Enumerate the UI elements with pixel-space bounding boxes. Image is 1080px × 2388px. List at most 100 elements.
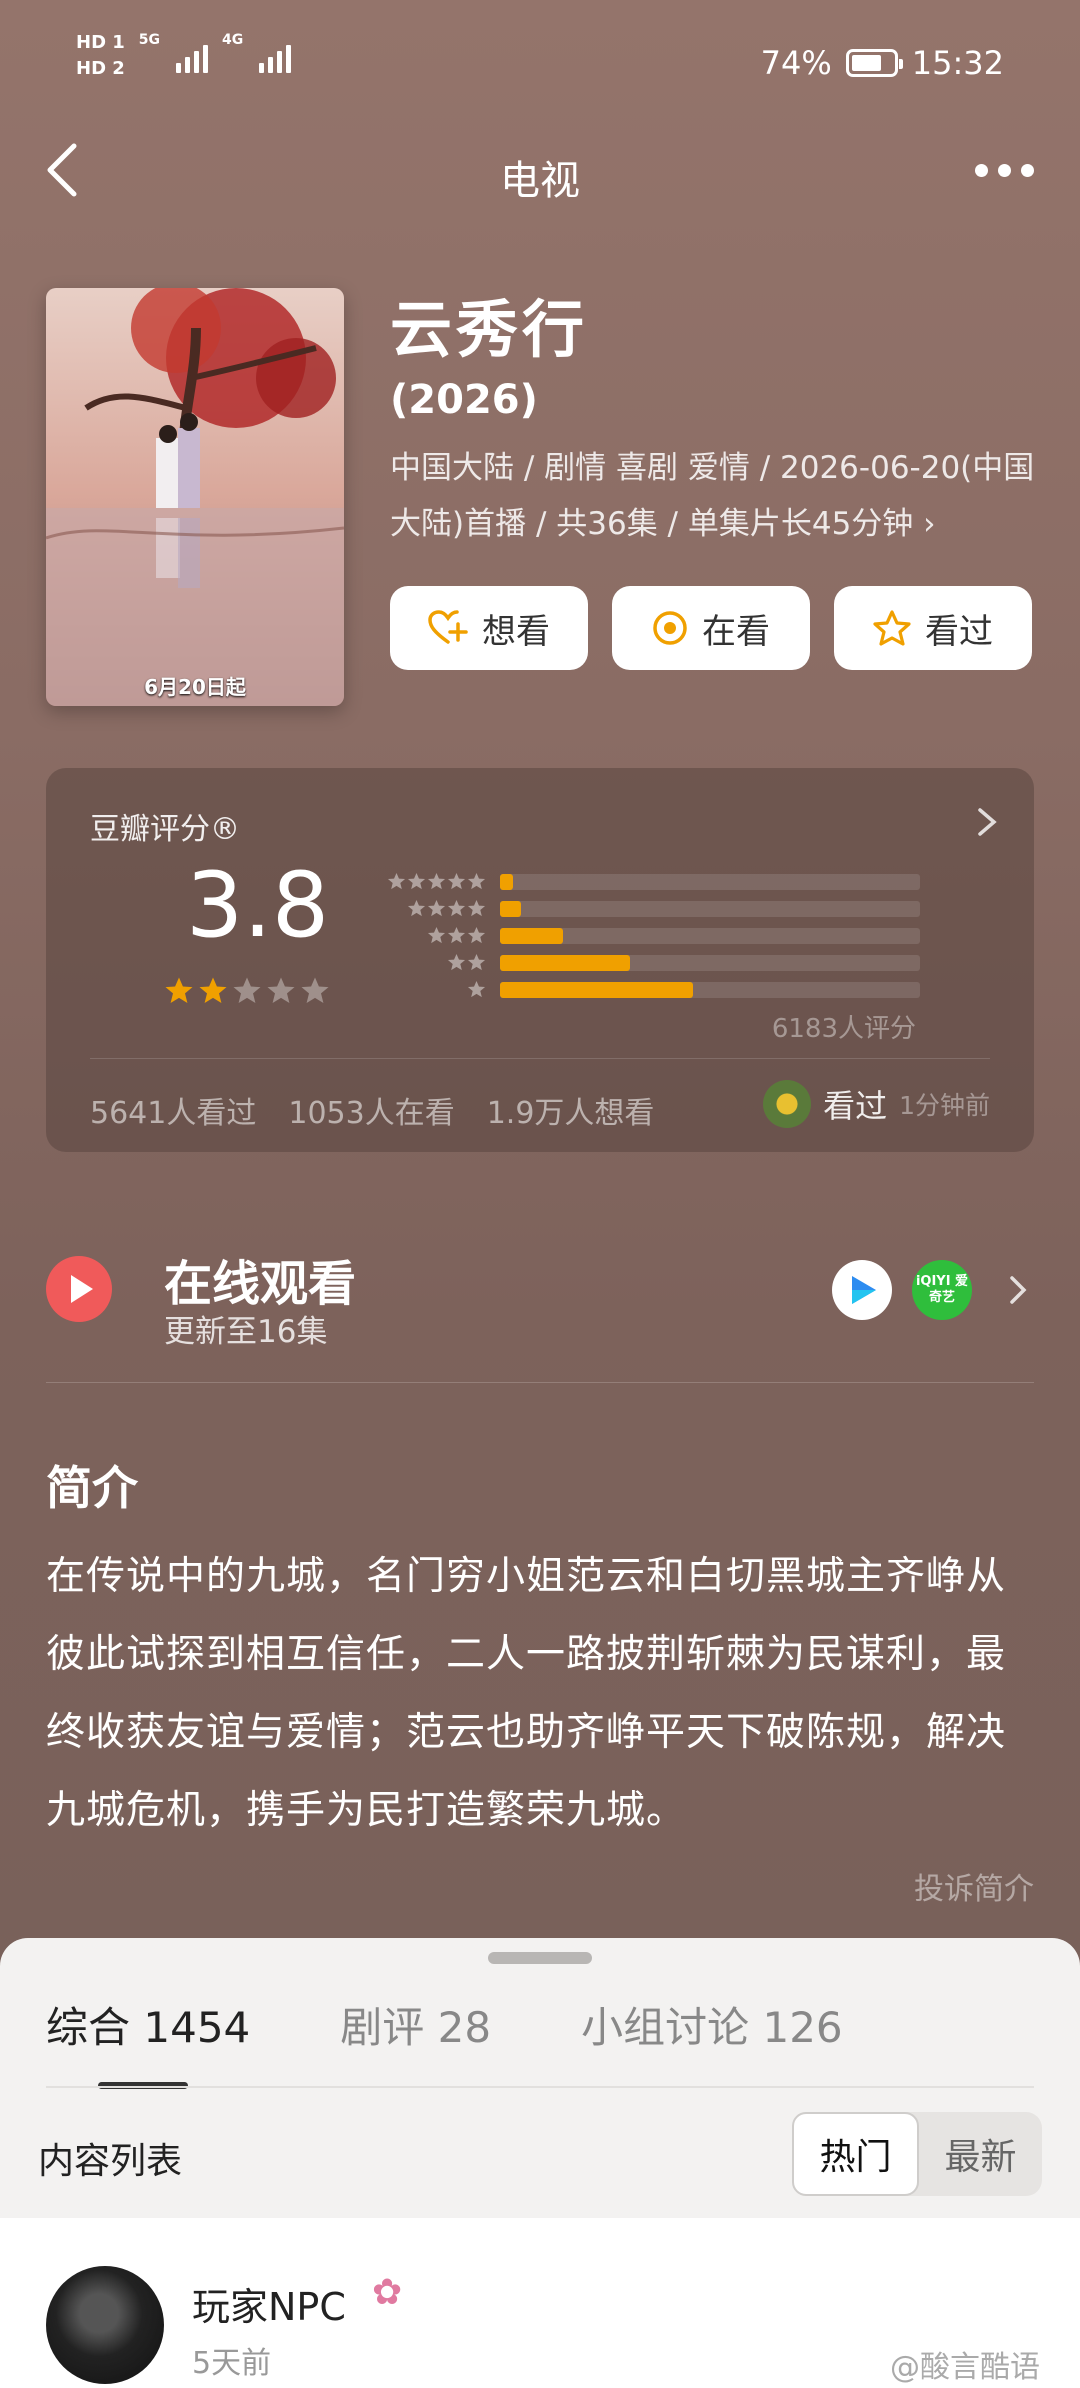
status-right: 74% 15:32 (761, 44, 1004, 82)
bar-track (500, 873, 920, 890)
intro-title: 简介 (46, 1461, 138, 1515)
star-icon (407, 872, 426, 890)
watching-label: 在看 (702, 611, 770, 652)
show-info: 云秀行 (2026) 中国大陆 / 剧情 喜剧 爱情 / 2026-06-20(… (390, 290, 1040, 552)
divider (90, 1058, 990, 1059)
friend-activity[interactable]: 看过 1分钟前 (763, 1080, 990, 1128)
iqiyi-icon[interactable]: iQIYI 爱奇艺 (912, 1260, 972, 1320)
online-watch-title: 在线观看 (164, 1256, 357, 1312)
rating-stars (164, 976, 330, 1006)
show-title: 云秀行 (390, 293, 589, 366)
bar-track (500, 954, 920, 971)
bar-track (500, 981, 920, 998)
hd-indicator: HD 1 HD 2 (76, 32, 125, 80)
want-to-watch-label: 想看 (482, 611, 550, 652)
star-icon (467, 980, 486, 998)
star-icon (427, 899, 446, 917)
sheet-tabs: 综合 1454 剧评 28 小组讨论 126 (46, 1994, 843, 2055)
post-time: 5天前 (192, 2346, 272, 2381)
star-filled-icon (199, 977, 227, 1003)
network-4g-label: 4G (222, 32, 244, 48)
online-watch-row[interactable]: 在线观看 更新至16集 iQIYI 爱奇艺 (46, 1226, 1034, 1376)
rating-count: 6183人评分 (771, 1014, 916, 1044)
iqiyi-label: iQIYI 爱奇艺 (915, 1274, 969, 1305)
content-list-label: 内容列表 (38, 2141, 183, 2182)
sort-new-button[interactable]: 最新 (919, 2112, 1042, 2196)
chevron-right-icon: › (923, 506, 936, 542)
tab-label: 小组讨论 (581, 2003, 750, 2052)
star-outline-icon (873, 610, 911, 646)
chevron-right-icon (978, 808, 997, 836)
tab-label: 剧评 (340, 2003, 425, 2052)
bar-stars (376, 899, 486, 918)
post-author[interactable]: 玩家NPC (192, 2276, 346, 2331)
drag-handle[interactable] (488, 1952, 592, 1964)
bar-stars (376, 926, 486, 945)
status-bar: HD 1 HD 2 5G 4G 74% 15:32 (0, 0, 1080, 130)
star-icon (467, 872, 486, 890)
star-icon (447, 953, 466, 971)
star-icon (447, 926, 466, 944)
star-filled-icon (165, 977, 193, 1003)
show-meta[interactable]: 中国大陆 / 剧情 喜剧 爱情 / 2026-06-20(中国大陆)首播 / 共… (390, 440, 1040, 552)
circle-dot-icon (653, 611, 687, 645)
star-icon (407, 899, 426, 917)
show-meta-text: 中国大陆 / 剧情 喜剧 爱情 / 2026-06-20(中国大陆)首播 / 共… (390, 450, 1035, 542)
poster-art (46, 288, 344, 706)
avatar (763, 1080, 812, 1128)
bar-stars (376, 980, 486, 999)
report-intro-link[interactable]: 投诉简介 (914, 1864, 1034, 1908)
star-empty-icon (267, 977, 295, 1003)
hd2-label: HD 2 (76, 58, 125, 79)
divider (46, 2086, 1034, 2088)
rating-card[interactable]: 豆瓣评分® 3.8 6183人评分 5641人看过 1053人在看 1.9万人想… (46, 768, 1034, 1152)
signal-icon (259, 39, 292, 73)
more-button[interactable] (966, 150, 1042, 190)
video-source-icon[interactable] (832, 1260, 892, 1320)
bar-stars (376, 872, 486, 891)
watching-button[interactable]: 在看 (612, 586, 810, 670)
divider (46, 1382, 1034, 1383)
tab-reviews[interactable]: 剧评 28 (340, 1994, 491, 2055)
rating-label: 豆瓣评分® (90, 812, 240, 847)
bar-fill (500, 900, 521, 917)
watched-count: 5641人看过 (90, 1096, 257, 1131)
list-item[interactable]: 玩家NPC ✿ 5天前 @酸言酷语 (0, 2218, 1080, 2388)
want-count: 1.9万人想看 (486, 1096, 655, 1131)
bottom-sheet: 综合 1454 剧评 28 小组讨论 126 内容列表 热门 最新 玩家NPC … (0, 1938, 1080, 2388)
chevron-right-icon (1010, 1276, 1027, 1304)
rating-bar-row (376, 922, 920, 949)
star-icon (467, 926, 486, 944)
hd1-label: HD 1 (76, 32, 125, 53)
action-buttons: 想看 在看 看过 (390, 586, 1032, 670)
play-icon (46, 1256, 112, 1322)
sort-hot-button[interactable]: 热门 (792, 2112, 919, 2196)
star-empty-icon (301, 977, 329, 1003)
tab-count: 1454 (143, 2003, 251, 2052)
rating-score: 3.8 (186, 853, 330, 958)
watched-label: 看过 (925, 611, 993, 652)
bar-fill (500, 981, 694, 998)
friend-time: 1分钟前 (899, 1091, 990, 1120)
sort-toggle: 热门 最新 (792, 2112, 1042, 2196)
poster-image[interactable]: 6月20日起 (46, 288, 344, 706)
tab-group-discussion[interactable]: 小组讨论 126 (581, 1994, 843, 2055)
star-empty-icon (233, 977, 261, 1003)
bar-fill (500, 954, 631, 971)
avatar[interactable] (46, 2266, 164, 2384)
watching-count: 1053人在看 (288, 1096, 455, 1131)
watermark: @酸言酷语 (890, 2350, 1040, 2385)
star-icon (467, 899, 486, 917)
star-icon (427, 872, 446, 890)
tab-overview[interactable]: 综合 1454 (46, 1994, 250, 2055)
rating-bar-row (376, 949, 920, 976)
friend-action: 看过 (823, 1087, 888, 1125)
want-to-watch-button[interactable]: 想看 (390, 586, 588, 670)
star-icon (427, 926, 446, 944)
more-dots-icon (974, 163, 988, 177)
heart-plus-icon (428, 610, 468, 644)
watched-button[interactable]: 看过 (834, 586, 1032, 670)
signal-icon (176, 39, 209, 73)
show-year: (2026) (390, 377, 538, 423)
bar-stars (376, 953, 486, 972)
